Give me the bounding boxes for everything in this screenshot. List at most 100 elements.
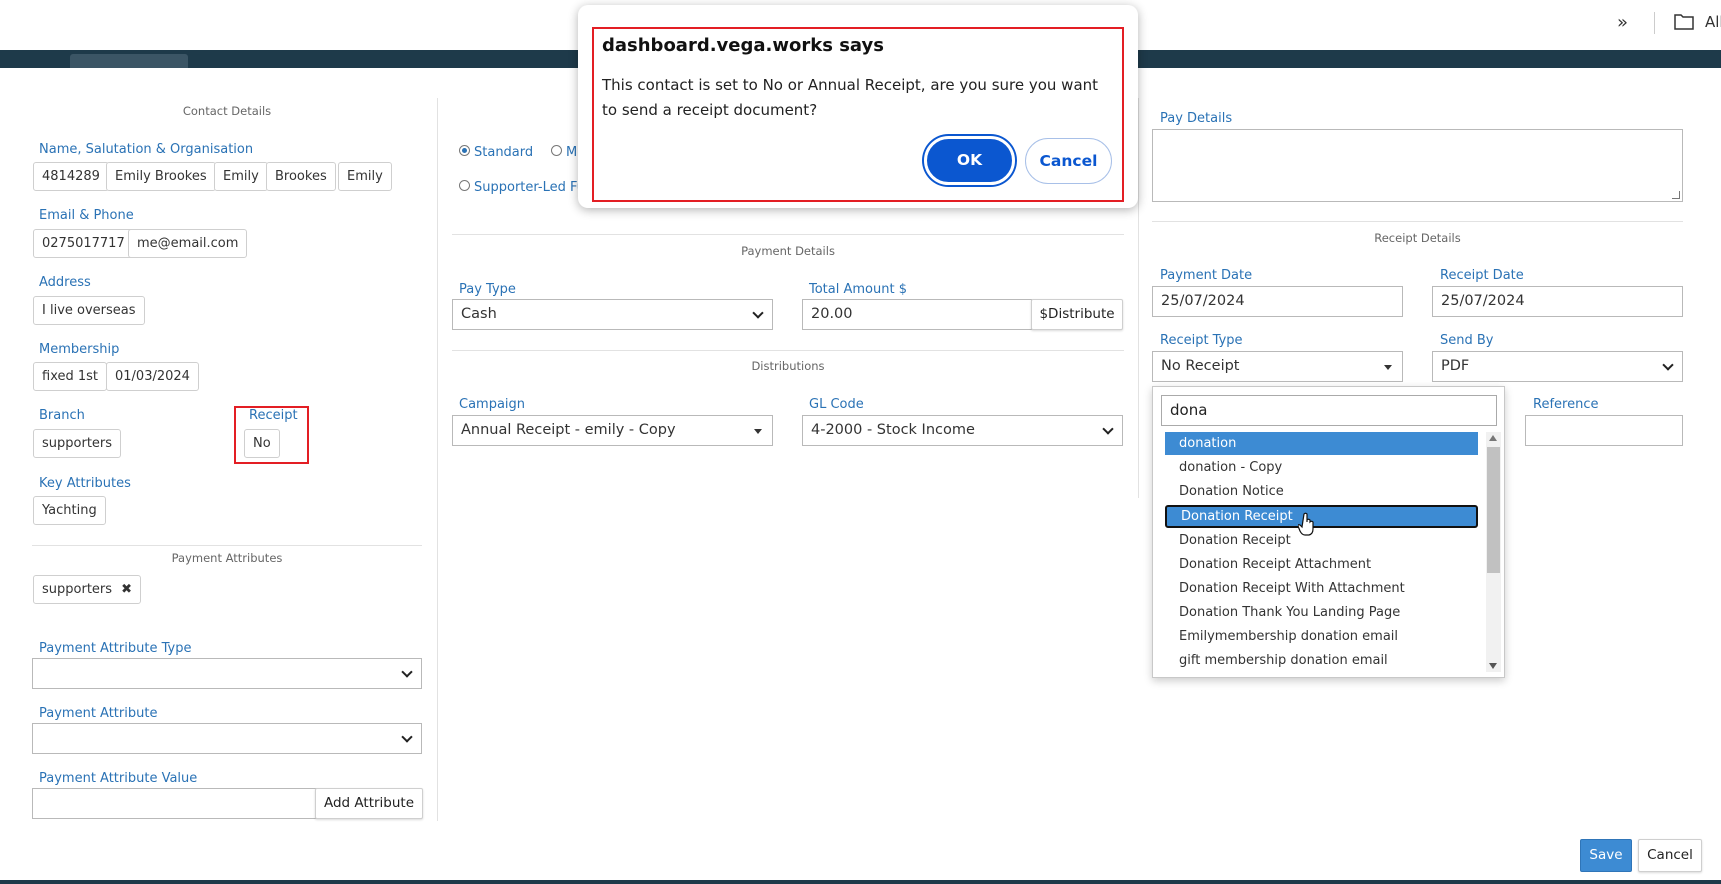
dropdown-option[interactable]: Donation Receipt With Attachment (1161, 577, 1479, 600)
supporter-led-label: Supporter-Led Fu (474, 180, 585, 195)
membership-label: Membership (39, 342, 120, 357)
receipt-date-input[interactable]: 25/07/2024 (1432, 286, 1683, 317)
receipt-date-label: Receipt Date (1440, 268, 1524, 283)
payment-attribute-tag: supporters ✖ (33, 575, 142, 604)
pay-type-select[interactable]: Cash (452, 299, 773, 330)
double-chevron-right-icon[interactable]: » (1617, 12, 1628, 33)
gl-code-value: 4-2000 - Stock Income (811, 422, 975, 438)
folder-icon[interactable] (1674, 13, 1694, 35)
receipt-chip: No (244, 429, 280, 458)
dropdown-option[interactable]: gift membership donation email (1161, 649, 1479, 672)
payment-attribute-type-label: Payment Attribute Type (39, 641, 192, 656)
dropdown-option[interactable]: Donation Thank You Landing Page (1161, 601, 1479, 624)
save-button[interactable]: Save (1580, 839, 1632, 872)
payment-attribute-select[interactable] (32, 723, 422, 754)
pay-details-textarea[interactable] (1152, 129, 1683, 202)
distributions-title: Distributions (751, 359, 825, 373)
full-name-chip: Emily Brookes (106, 162, 216, 191)
campaign-value: Annual Receipt - emily - Copy (461, 422, 676, 438)
reference-input[interactable] (1525, 415, 1683, 446)
dropdown-option[interactable]: Donation Receipt (1161, 529, 1479, 552)
payment-details-title: Payment Details (741, 244, 835, 258)
membership-type-chip: fixed 1st (33, 362, 108, 391)
gl-code-label: GL Code (809, 397, 864, 412)
remove-tag-icon[interactable]: ✖ (121, 576, 132, 603)
scroll-down-icon[interactable] (1489, 663, 1497, 669)
total-amount-input[interactable]: 20.00 (802, 299, 1032, 330)
app-header-tab[interactable] (70, 54, 188, 68)
receipt-template-dropdown: dona donation donation - Copy Donation N… (1152, 386, 1505, 678)
chevron-down-icon (401, 731, 413, 743)
chevron-down-icon (1662, 359, 1674, 371)
m-radio[interactable] (551, 145, 562, 156)
phone-chip: 0275017717 (33, 229, 134, 258)
column-divider (437, 98, 438, 821)
payment-attributes-title: Payment Attributes (171, 551, 283, 565)
bottom-bar (0, 880, 1721, 884)
address-chip: I live overseas (33, 296, 145, 325)
supporter-led-radio[interactable] (459, 180, 470, 191)
gl-code-select[interactable]: 4-2000 - Stock Income (802, 415, 1123, 446)
dropdown-option[interactable]: donation (1165, 432, 1478, 455)
email-chip: me@email.com (128, 229, 248, 258)
divider (32, 545, 422, 546)
divider (1152, 221, 1683, 222)
ok-button[interactable]: OK (924, 136, 1015, 185)
add-attribute-button[interactable]: Add Attribute (315, 788, 423, 819)
standard-radio[interactable] (459, 145, 470, 156)
chevron-down-icon (1102, 423, 1114, 435)
confirm-dialog: dashboard.vega.works says This contact i… (578, 5, 1138, 208)
organisation-chip: Emily (338, 162, 392, 191)
receipt-type-select[interactable]: No Receipt (1152, 351, 1403, 382)
address-label: Address (39, 275, 91, 290)
dropdown-scrollbar[interactable] (1486, 432, 1501, 672)
contact-details-title: Contact Details (182, 104, 272, 118)
send-by-value: PDF (1441, 358, 1470, 374)
total-amount-label: Total Amount $ (809, 282, 907, 297)
dropdown-option[interactable]: Emilymembership donation email (1161, 625, 1479, 648)
email-phone-label: Email & Phone (39, 208, 134, 223)
campaign-select[interactable]: Annual Receipt - emily - Copy (452, 415, 773, 446)
pay-details-label: Pay Details (1160, 111, 1233, 126)
pay-type-value: Cash (461, 306, 497, 322)
receipt-label: Receipt (249, 408, 298, 423)
payment-attribute-value-input[interactable] (32, 788, 317, 819)
key-attribute-chip: Yachting (33, 496, 106, 525)
divider (452, 234, 1124, 235)
chevron-down-icon (752, 307, 764, 319)
payment-date-input[interactable]: 25/07/2024 (1152, 286, 1403, 317)
payment-date-label: Payment Date (1160, 268, 1253, 283)
resize-handle-icon[interactable] (1672, 191, 1680, 199)
payment-attribute-tag-label: supporters (42, 582, 113, 597)
dropdown-option[interactable]: Donation Notice (1161, 480, 1479, 503)
standard-label: Standard (474, 145, 534, 160)
dropdown-option[interactable]: donation - Copy (1161, 456, 1479, 479)
receipt-type-label: Receipt Type (1160, 333, 1243, 348)
hand-cursor-icon (1297, 512, 1316, 540)
dropdown-search-input[interactable]: dona (1161, 395, 1497, 426)
cancel-button[interactable]: Cancel (1638, 839, 1702, 872)
toolbar-separator (1654, 12, 1655, 34)
scroll-up-icon[interactable] (1489, 435, 1497, 441)
caret-down-icon (1384, 365, 1392, 370)
toolbar-all-label[interactable]: All (1705, 13, 1721, 31)
distribute-button[interactable]: $Distribute (1031, 299, 1123, 330)
reference-label: Reference (1533, 397, 1599, 412)
column-divider (1138, 98, 1139, 498)
receipt-details-title: Receipt Details (1374, 231, 1461, 245)
dropdown-list: donation donation - Copy Donation Notice… (1161, 432, 1479, 672)
dialog-cancel-button[interactable]: Cancel (1025, 138, 1112, 184)
divider (452, 350, 1124, 351)
payment-attribute-value-label: Payment Attribute Value (39, 771, 198, 786)
dialog-message: This contact is set to No or Annual Rece… (602, 76, 1099, 119)
payment-attribute-type-select[interactable] (32, 658, 422, 689)
send-by-select[interactable]: PDF (1432, 351, 1683, 382)
chevron-down-icon (401, 666, 413, 678)
campaign-label: Campaign (459, 397, 526, 412)
scrollbar-thumb[interactable] (1487, 447, 1500, 573)
membership-date-chip: 01/03/2024 (106, 362, 199, 391)
contact-id-chip: 4814289 (33, 162, 109, 191)
dropdown-option-hovered[interactable]: Donation Receipt (1165, 505, 1478, 528)
branch-label: Branch (39, 408, 85, 423)
dropdown-option[interactable]: Donation Receipt Attachment (1161, 553, 1479, 576)
